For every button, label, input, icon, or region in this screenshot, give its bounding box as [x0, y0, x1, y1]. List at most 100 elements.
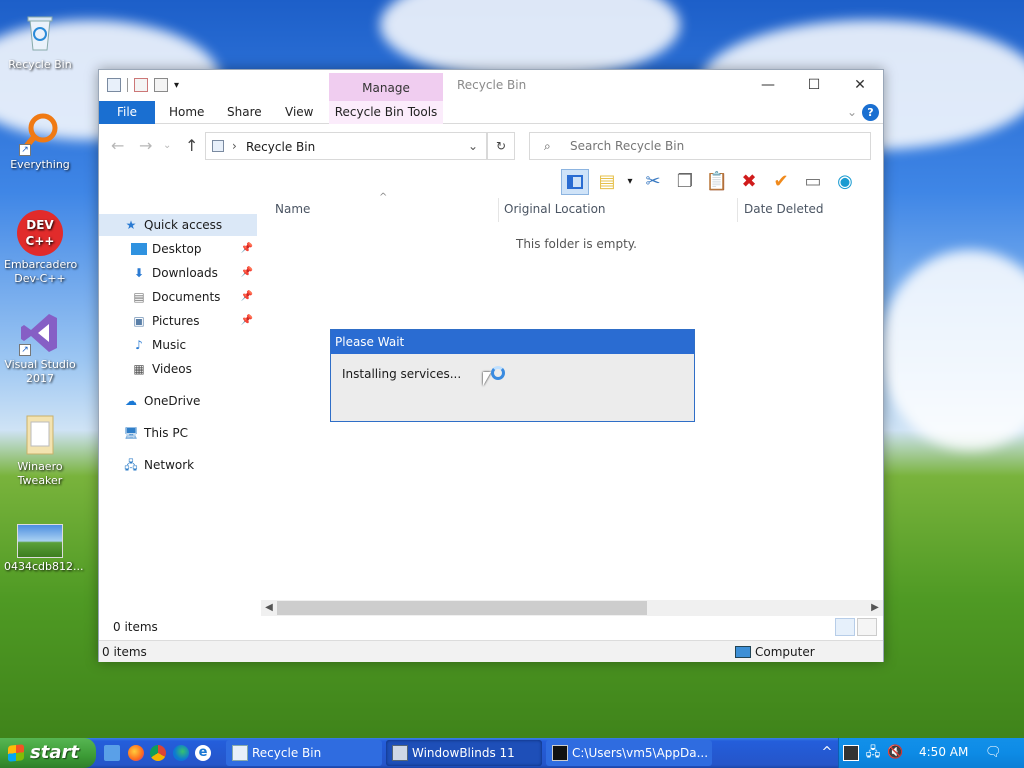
tab-share[interactable]: Share — [217, 101, 272, 124]
nav-desktop[interactable]: Desktop 📌 — [99, 238, 257, 260]
pin-icon[interactable]: 📌 — [241, 262, 253, 284]
taskbar: start e Recycle Bin WindowBlinds 11 Setu… — [0, 738, 1024, 768]
network-icon: 🖧 — [124, 458, 138, 472]
column-header-date-deleted[interactable]: Date Deleted — [744, 202, 824, 216]
nav-network[interactable]: 🖧 Network — [99, 454, 257, 476]
dialog-message: Installing services... — [342, 367, 462, 381]
chevron-down-icon[interactable]: ⌄ — [468, 139, 478, 153]
desktop-icon-everything[interactable]: ↗ Everything — [4, 110, 76, 172]
new-folder-icon[interactable] — [154, 78, 168, 92]
network-icon[interactable]: 🖧 — [865, 745, 881, 761]
dropdown-icon[interactable]: ⌄ — [163, 140, 171, 151]
taskbar-button-recycle-bin[interactable]: Recycle Bin — [226, 740, 382, 766]
download-arrow-icon: ⬇ — [133, 266, 145, 280]
sort-arrow-icon: ^ — [379, 192, 388, 203]
minimize-button[interactable]: — — [745, 70, 791, 100]
taskbar-button-cmd[interactable]: C:\Users\vm5\AppDa... — [546, 740, 712, 766]
column-divider[interactable] — [737, 198, 738, 222]
address-bar[interactable]: › Recycle Bin ⌄ — [205, 132, 487, 160]
pin-icon[interactable]: 📌 — [241, 286, 253, 308]
nav-downloads[interactable]: ⬇ Downloads 📌 — [99, 262, 257, 284]
chevron-down-icon[interactable]: ▾ — [174, 80, 179, 91]
chevron-right-icon[interactable]: › — [232, 139, 237, 153]
app-tray-icon[interactable] — [843, 745, 859, 761]
pin-icon[interactable]: 📌 — [241, 238, 253, 260]
desktop-icon-winaero[interactable]: Winaero Tweaker — [4, 412, 76, 488]
delete-icon[interactable]: ✖ — [735, 169, 763, 195]
desktop-icon-visual-studio[interactable]: ↗ Visual Studio 2017 — [4, 310, 76, 386]
tab-view[interactable]: View — [275, 101, 323, 124]
check-icon[interactable]: ✔ — [767, 169, 795, 195]
tab-home[interactable]: Home — [159, 101, 214, 124]
preview-pane-icon[interactable] — [561, 169, 589, 195]
paste-icon[interactable]: 📋 — [703, 169, 731, 195]
nav-pictures[interactable]: ▣ Pictures 📌 — [99, 310, 257, 332]
up-icon[interactable]: ↑ — [185, 136, 198, 155]
maximize-button[interactable]: ☐ — [791, 70, 837, 100]
scroll-left-icon[interactable]: ◀ — [261, 600, 277, 616]
close-button[interactable]: ✕ — [837, 70, 883, 100]
properties-icon[interactable] — [134, 78, 148, 92]
search-box[interactable]: ⌕ — [529, 132, 871, 160]
nav-label: Pictures — [152, 314, 200, 328]
help-icon[interactable]: ? — [862, 104, 879, 121]
horizontal-scrollbar[interactable]: ◀ ▶ — [261, 600, 883, 616]
back-icon[interactable]: ← — [111, 136, 124, 155]
nav-label: Network — [144, 458, 195, 472]
taskbar-button-label: C:\Users\vm5\AppDa... — [572, 746, 709, 760]
pin-icon[interactable]: 📌 — [241, 310, 253, 332]
large-icons-view-icon[interactable] — [857, 618, 877, 636]
edge-icon[interactable] — [173, 745, 189, 761]
chevron-down-icon[interactable]: ▾ — [625, 169, 635, 195]
details-view-icon[interactable] — [835, 618, 855, 636]
column-header-original-location[interactable]: Original Location — [504, 202, 606, 216]
nav-documents[interactable]: ▤ Documents 📌 — [99, 286, 257, 308]
cut-icon[interactable]: ✂ — [639, 169, 667, 195]
column-header-name[interactable]: Name — [275, 202, 310, 216]
separator — [127, 78, 128, 92]
cloud — [880, 250, 1024, 450]
film-icon: ▦ — [133, 362, 145, 376]
taskbar-button-windowblinds[interactable]: WindowBlinds 11 Setup — [386, 740, 542, 766]
tab-recycle-bin-tools[interactable]: Recycle Bin Tools — [329, 101, 443, 124]
firefox-icon[interactable] — [128, 745, 144, 761]
desktop-icon-image-file[interactable]: 0434cdb812... — [4, 524, 84, 574]
taskbar-button-label: WindowBlinds 11 Setup — [412, 746, 515, 760]
nav-videos[interactable]: ▦ Videos — [99, 358, 257, 380]
refresh-button[interactable]: ↻ — [487, 132, 515, 160]
please-wait-dialog[interactable]: Please Wait Installing services... — [330, 329, 695, 422]
volume-muted-icon[interactable]: 🔇 — [887, 745, 903, 761]
column-divider[interactable] — [498, 198, 499, 222]
title-bar[interactable]: ▾ Manage Recycle Bin — ☐ ✕ — [99, 70, 883, 101]
scroll-right-icon[interactable]: ▶ — [867, 600, 883, 616]
nav-this-pc[interactable]: 🖥 This PC — [99, 422, 257, 444]
tab-file[interactable]: File — [99, 101, 155, 124]
scroll-thumb[interactable] — [277, 601, 647, 615]
rename-icon[interactable]: ▭ — [799, 169, 827, 195]
spinner-icon — [491, 366, 505, 380]
nav-quick-access[interactable]: ★ Quick access — [99, 214, 257, 236]
forward-icon[interactable]: → — [139, 136, 152, 155]
search-input[interactable] — [570, 139, 860, 153]
chevron-up-icon[interactable]: ^ — [819, 745, 835, 761]
pictures-icon: ▣ — [133, 314, 145, 328]
nav-music[interactable]: ♪ Music — [99, 334, 257, 356]
recycle-bin-small-icon — [212, 140, 224, 152]
desktop-icon-devcpp[interactable]: DEV C++ Embarcadero Dev-C++ — [4, 210, 77, 286]
web-icon[interactable]: ◉ — [831, 169, 859, 195]
chrome-icon[interactable] — [150, 745, 166, 761]
tab-manage[interactable]: Manage — [329, 73, 443, 101]
clock[interactable]: 4:50 AM — [919, 745, 968, 759]
desktop-icon-recycle-bin[interactable]: Recycle Bin — [4, 10, 76, 72]
nav-onedrive[interactable]: ☁ OneDrive — [99, 390, 257, 412]
expand-ribbon-icon[interactable]: ⌄ — [847, 105, 857, 119]
ie-icon[interactable]: e — [195, 745, 211, 761]
system-tray: ^ 🖧 🔇 4:50 AM 🗨 — [822, 738, 1024, 768]
copy-icon[interactable]: ❐ — [671, 169, 699, 195]
start-button[interactable]: start — [0, 738, 96, 768]
document-icon: ▤ — [133, 290, 145, 304]
notification-icon[interactable]: 🗨 — [985, 745, 1002, 761]
new-folder-icon[interactable]: ▤ — [593, 169, 621, 195]
file-explorer-icon[interactable] — [104, 745, 120, 761]
status-bar: 0 items Computer — [99, 640, 883, 662]
